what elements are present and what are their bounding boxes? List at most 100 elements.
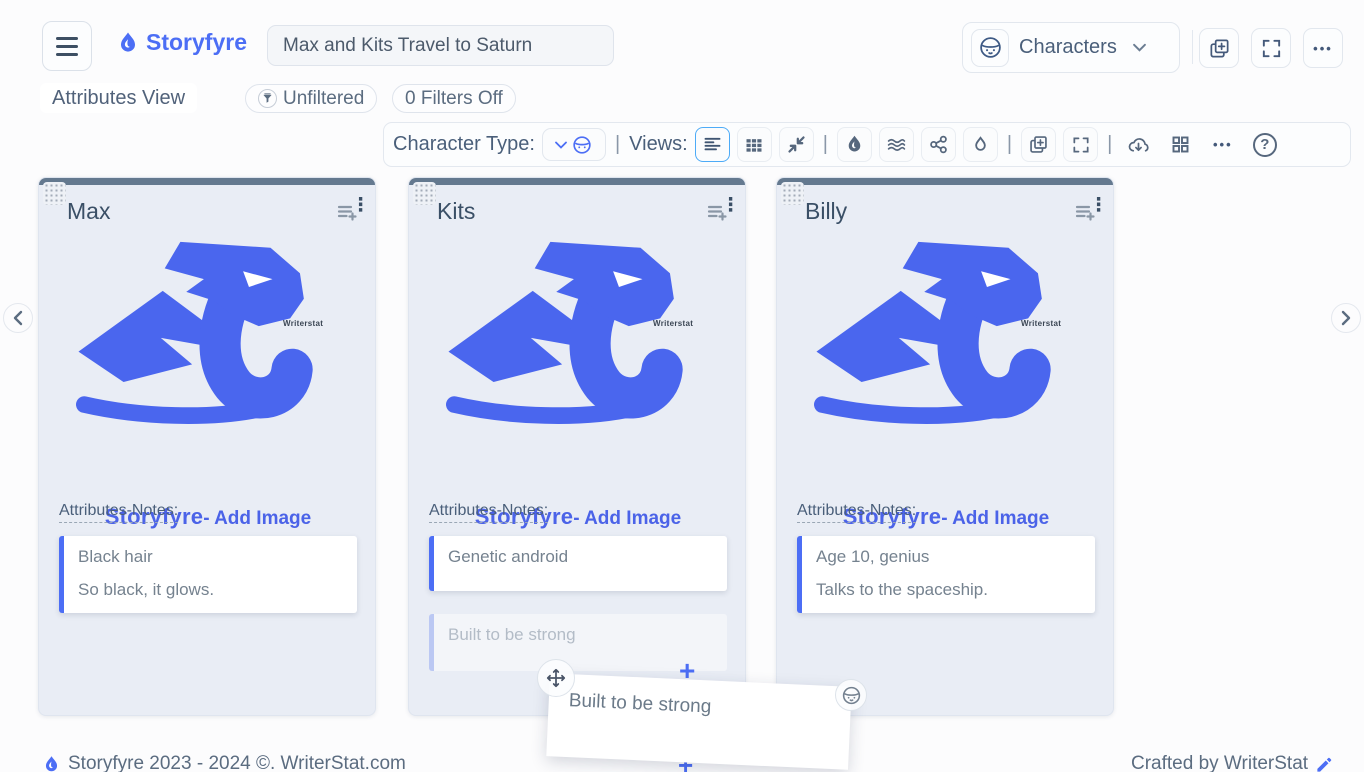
flame-view-button[interactable] xyxy=(837,127,872,162)
cloud-download-button[interactable] xyxy=(1121,127,1156,162)
drag-dots-handle[interactable] xyxy=(43,182,66,205)
move-cursor-badge xyxy=(537,659,575,697)
project-title-input[interactable]: Max and Kits Travel to Saturn xyxy=(267,25,614,66)
droplet-view-button[interactable] xyxy=(963,127,998,162)
watermark-label: Writerstat xyxy=(1021,319,1061,328)
character-image-placeholder[interactable]: Writerstat Storyfyre- Add Image xyxy=(801,236,1091,441)
chevron-left-icon xyxy=(12,310,24,326)
fullscreen-icon xyxy=(1260,37,1283,60)
footer-copyright: Storyfyre 2023 - 2024 ©. WriterStat.com xyxy=(42,753,406,772)
note-line: Black hair xyxy=(78,547,343,567)
card-top-bar xyxy=(777,178,1113,185)
flame-icon xyxy=(42,755,61,772)
note-line: Talks to the spaceship. xyxy=(816,580,1081,600)
watermark-label: Writerstat xyxy=(283,319,323,328)
duplicate-icon xyxy=(1028,134,1049,155)
more-icon: ••• xyxy=(1213,138,1233,151)
collapse-view-button[interactable] xyxy=(779,127,814,162)
note-card[interactable]: Age 10, genius Talks to the spaceship. xyxy=(797,536,1095,613)
flame-icon xyxy=(116,31,140,55)
attributes-notes-label: Attributes-Notes: xyxy=(429,502,548,523)
note-card[interactable]: Genetic android xyxy=(429,536,727,591)
list-view-icon xyxy=(702,134,723,155)
card-top-bar xyxy=(39,178,375,185)
menu-button[interactable] xyxy=(42,21,92,71)
pencil-icon xyxy=(1315,755,1334,772)
character-image-placeholder[interactable]: Writerstat Storyfyre- Add Image xyxy=(63,236,353,441)
character-card-billy: Billy ⋮ Writerstat Storyfyre- Add Image … xyxy=(776,177,1114,716)
duplicate-board-button[interactable] xyxy=(1199,28,1239,68)
drag-dots-handle[interactable] xyxy=(413,182,436,205)
filters-count-chip[interactable]: 0 Filters Off xyxy=(392,84,516,113)
grid-view-button[interactable] xyxy=(737,127,772,162)
share-icon xyxy=(928,134,949,155)
view-toolbar: Character Type: | Views: | xyxy=(383,122,1351,167)
hamburger-icon xyxy=(56,37,78,40)
dragged-note-card[interactable]: Built to be strong xyxy=(546,673,851,770)
character-image-placeholder[interactable]: Writerstat Storyfyre- Add Image xyxy=(433,236,723,441)
character-name: Kits xyxy=(437,198,475,225)
view-mode-label: Attributes View xyxy=(40,83,197,113)
card-top-bar xyxy=(409,178,745,185)
more-options-button[interactable]: ••• xyxy=(1303,28,1343,68)
note-card[interactable]: Black hair So black, it glows. xyxy=(59,536,357,613)
waves-view-button[interactable] xyxy=(879,127,914,162)
character-card-kits: Kits ⋮ Writerstat Storyfyre- Add Image A… xyxy=(408,177,746,716)
apps-grid-icon xyxy=(1170,134,1191,155)
help-icon: ? xyxy=(1253,133,1277,157)
apps-grid-button[interactable] xyxy=(1163,127,1198,162)
playlist-add-icon[interactable] xyxy=(335,200,359,224)
fullscreen-icon xyxy=(1071,135,1091,155)
fullscreen-view-button[interactable] xyxy=(1063,127,1098,162)
note-line: Genetic android xyxy=(448,547,713,567)
app-window: Storyfyre Max and Kits Travel to Saturn … xyxy=(0,0,1364,772)
project-title: Max and Kits Travel to Saturn xyxy=(283,35,532,57)
cloud-download-icon xyxy=(1127,133,1150,156)
grid-view-icon xyxy=(744,135,764,155)
dragon-wing xyxy=(78,291,216,382)
brand-logo[interactable]: Storyfyre xyxy=(116,29,247,56)
relationships-view-button[interactable] xyxy=(921,127,956,162)
face-icon xyxy=(841,685,862,706)
waves-icon xyxy=(886,134,907,155)
attributes-notes-label: Attributes-Notes: xyxy=(797,502,916,523)
drag-dots-handle[interactable] xyxy=(781,182,804,205)
chevron-down-icon xyxy=(555,141,567,149)
playlist-add-icon[interactable] xyxy=(1073,200,1097,224)
next-page-button[interactable] xyxy=(1331,303,1361,333)
face-icon xyxy=(971,29,1009,67)
footer-credit[interactable]: Crafted by WriterStat xyxy=(1131,753,1334,772)
toolbar-divider: | xyxy=(613,133,622,156)
playlist-add-icon[interactable] xyxy=(705,200,729,224)
character-name: Billy xyxy=(805,198,847,225)
toolbar-divider: | xyxy=(1005,133,1014,156)
collapse-icon xyxy=(786,134,807,155)
move-icon xyxy=(545,667,567,689)
chevron-right-icon xyxy=(1340,310,1352,326)
header-divider xyxy=(1192,30,1193,64)
brand-name: Storyfyre xyxy=(146,29,247,56)
previous-page-button[interactable] xyxy=(3,303,33,333)
toolbar-divider: | xyxy=(821,133,830,156)
filter-state-chip[interactable]: Unfiltered xyxy=(245,84,377,113)
duplicate-view-button[interactable] xyxy=(1021,127,1056,162)
more-icon: ••• xyxy=(1313,42,1333,55)
collection-dropdown[interactable]: Characters xyxy=(962,22,1180,73)
character-type-dropdown[interactable] xyxy=(542,128,606,161)
credit-text: Crafted by WriterStat xyxy=(1131,753,1308,772)
list-view-button[interactable] xyxy=(695,127,730,162)
funnel-icon xyxy=(258,89,277,108)
character-card-max: Max ⋮ Writerstat Storyfyre- Add Image At… xyxy=(38,177,376,716)
flame-icon xyxy=(844,134,865,155)
filter-state-label: Unfiltered xyxy=(283,88,364,110)
character-type-label: Character Type: xyxy=(393,133,535,156)
watermark-label: Writerstat xyxy=(653,319,693,328)
views-label: Views: xyxy=(629,133,688,156)
fullscreen-button[interactable] xyxy=(1251,28,1291,68)
help-button[interactable]: ? xyxy=(1247,127,1282,162)
note-line: Built to be strong xyxy=(448,625,713,645)
toolbar-more-button[interactable]: ••• xyxy=(1205,127,1240,162)
collection-label: Characters xyxy=(1019,36,1117,59)
character-face-button[interactable] xyxy=(835,679,867,711)
face-icon xyxy=(572,135,592,155)
